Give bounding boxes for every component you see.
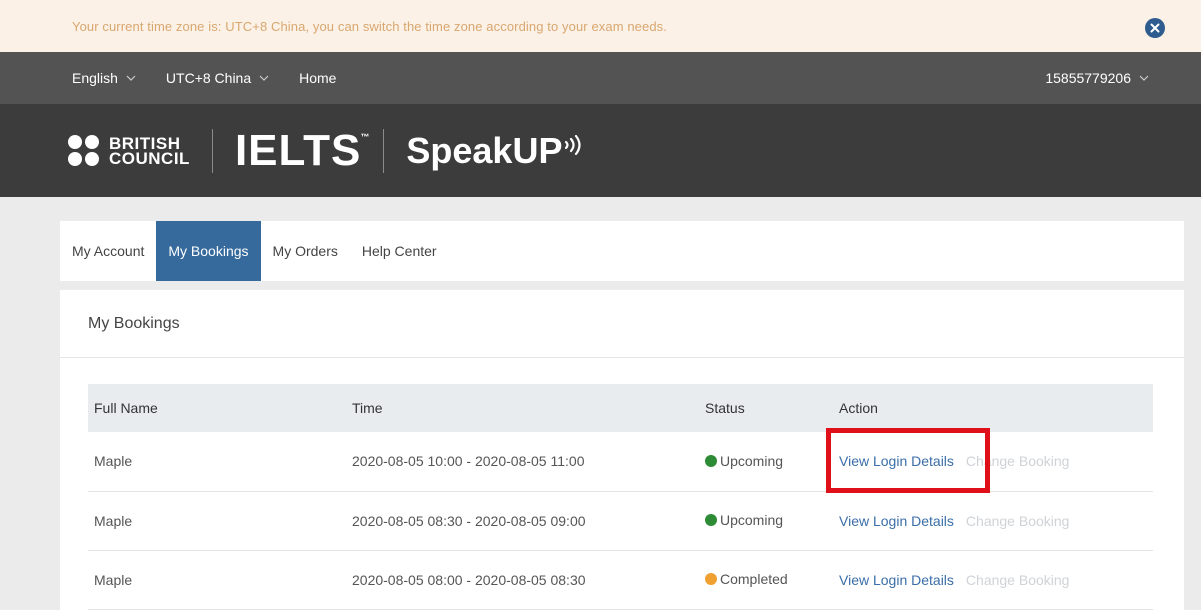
page-title: My Bookings xyxy=(60,290,1184,358)
home-link[interactable]: Home xyxy=(299,70,336,86)
table-row: Maple 2020-08-05 10:00 - 2020-08-05 11:0… xyxy=(88,432,1153,491)
cell-name: Maple xyxy=(94,512,133,529)
language-selector[interactable]: English xyxy=(72,70,136,86)
notice-text: Your current time zone is: UTC+8 China, … xyxy=(72,18,667,34)
cell-action: View Login Details Change Booking xyxy=(833,550,1153,609)
user-phone: 15855779206 xyxy=(1045,70,1131,86)
account-tabs: My Account My Bookings My Orders Help Ce… xyxy=(60,221,1184,281)
sound-waves-icon xyxy=(565,134,582,155)
view-login-details-link[interactable]: View Login Details xyxy=(839,513,954,529)
chevron-down-icon xyxy=(126,75,136,81)
header-time: Time xyxy=(352,400,383,416)
british-council-dots-icon xyxy=(68,135,99,166)
table-header-row: Full Name Time Status Action xyxy=(88,384,1153,432)
top-nav: English UTC+8 China Home 15855779206 xyxy=(0,52,1201,104)
cell-time: 2020-08-05 08:30 - 2020-08-05 09:00 xyxy=(352,512,586,529)
timezone-selector[interactable]: UTC+8 China xyxy=(166,70,269,86)
brand-header: BRITISH COUNCIL IELTS ™ SpeakUP xyxy=(0,104,1201,197)
bookings-panel: My Bookings Full Name Time Status Action… xyxy=(60,290,1184,610)
cell-status: Upcoming xyxy=(699,432,833,491)
cell-time: 2020-08-05 10:00 - 2020-08-05 11:00 xyxy=(352,453,585,470)
tab-my-account[interactable]: My Account xyxy=(60,221,156,281)
header-full-name: Full Name xyxy=(94,400,158,416)
header-status: Status xyxy=(705,400,745,416)
speakup-text: SpeakUP xyxy=(406,129,563,171)
ielts-text: IELTS xyxy=(234,125,362,175)
highlight-box xyxy=(826,428,990,493)
cell-status: Completed xyxy=(699,550,833,609)
speakup-logo: SpeakUP xyxy=(406,130,582,172)
british-council-logo: BRITISH COUNCIL xyxy=(68,135,190,168)
status-dot-icon xyxy=(705,514,717,526)
timezone-notice: Your current time zone is: UTC+8 China, … xyxy=(0,0,1201,52)
change-booking-link[interactable]: Change Booking xyxy=(966,572,1070,588)
cell-name: Maple xyxy=(94,571,133,588)
status-badge: Upcoming xyxy=(720,452,784,469)
cell-status: Upcoming xyxy=(699,491,833,550)
status-badge: Upcoming xyxy=(720,512,784,528)
language-label: English xyxy=(72,70,118,86)
cell-time: 2020-08-05 08:00 - 2020-08-05 08:30 xyxy=(352,571,586,588)
bookings-table: Full Name Time Status Action Maple 2020-… xyxy=(88,384,1153,610)
tab-my-orders[interactable]: My Orders xyxy=(261,221,350,281)
chevron-down-icon xyxy=(259,75,269,81)
tab-my-bookings[interactable]: My Bookings xyxy=(156,221,261,281)
ielts-logo: IELTS ™ xyxy=(234,125,369,176)
view-login-details-link[interactable]: View Login Details xyxy=(839,572,954,588)
header-action: Action xyxy=(839,400,878,416)
table-row: Maple 2020-08-05 08:30 - 2020-08-05 09:0… xyxy=(88,491,1153,550)
timezone-label: UTC+8 China xyxy=(165,70,252,86)
brand-divider xyxy=(383,128,385,173)
brand-divider xyxy=(211,128,213,173)
table-row: Maple 2020-08-05 08:00 - 2020-08-05 08:3… xyxy=(88,550,1153,609)
status-dot-icon xyxy=(705,454,717,467)
bc-line2: COUNCIL xyxy=(109,148,190,168)
cell-action: View Login Details Change Booking xyxy=(833,491,1153,550)
chevron-down-icon xyxy=(1139,75,1149,81)
home-label: Home xyxy=(299,70,337,86)
tab-help-center[interactable]: Help Center xyxy=(350,221,449,281)
status-badge: Completed xyxy=(720,571,788,587)
user-menu[interactable]: 15855779206 xyxy=(1045,52,1149,104)
ielts-trademark: ™ xyxy=(360,131,371,142)
status-dot-icon xyxy=(705,573,717,585)
cell-name: Maple xyxy=(94,453,133,470)
change-booking-link[interactable]: Change Booking xyxy=(966,513,1070,529)
close-icon[interactable] xyxy=(1145,18,1165,38)
